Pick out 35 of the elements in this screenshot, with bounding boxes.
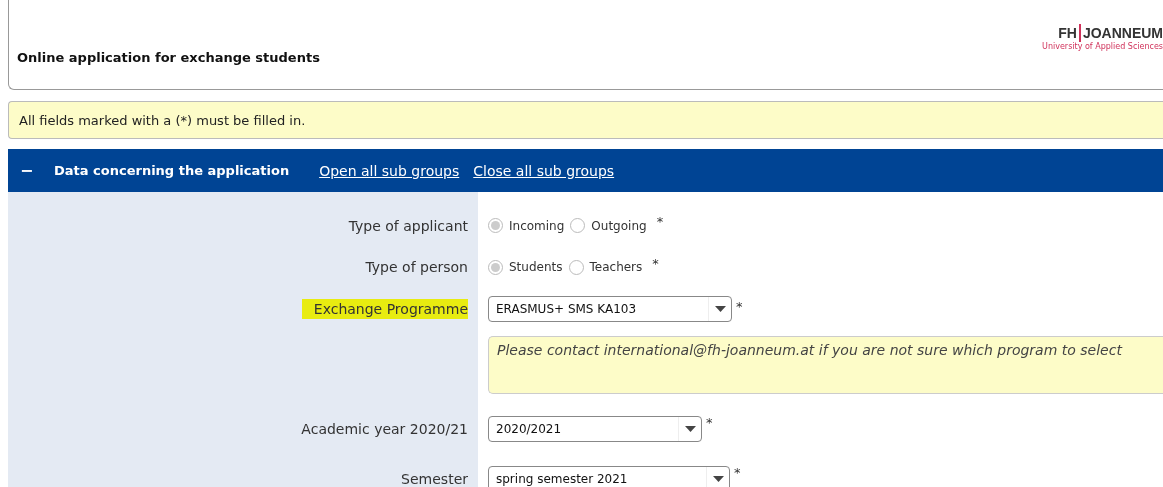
required-mark: *: [656, 214, 664, 229]
logo-text: JOANNEUM: [1082, 25, 1163, 41]
required-mark: *: [736, 299, 743, 315]
radio-button[interactable]: [568, 259, 584, 275]
page-title: Online application for exchange students: [17, 50, 320, 65]
required-notice: All fields marked with a (*) must be filled in.: [8, 101, 1163, 139]
caret-icon: [684, 425, 696, 432]
field-label: Type of person: [364, 258, 468, 278]
field-label: Type of applicant: [347, 216, 468, 236]
required-mark: *: [706, 414, 713, 430]
section-link[interactable]: Open all sub groups: [319, 162, 460, 179]
field-label: Academic year 2020/21: [300, 419, 468, 439]
radio-label: Outgoing: [591, 218, 647, 233]
caret-icon: [712, 476, 724, 483]
dropdown[interactable]: ERASMUS+ SMS KA103: [488, 296, 732, 323]
radio-label: Students: [509, 260, 563, 275]
dropdown[interactable]: spring semester 2021: [488, 466, 730, 487]
required-mark: *: [734, 465, 741, 481]
field-label: Semester: [400, 470, 468, 487]
logo-bar-icon: [1078, 24, 1081, 42]
caret-icon: [714, 306, 726, 313]
section-title: Data concerning the application: [54, 163, 290, 178]
collapse-toggle[interactable]: −: [20, 161, 32, 180]
logo-tagline: University of Applied Sciences: [1042, 42, 1163, 51]
hint-message: Please contact international@fh-joanneum.at if you are not sure which program to select: [488, 336, 1163, 394]
logo-text: FH: [1058, 25, 1077, 41]
required-mark: *: [652, 255, 659, 271]
dropdown[interactable]: 2020/2021: [488, 415, 702, 442]
section-link[interactable]: Close all sub groups: [473, 162, 615, 179]
radio-label: Incoming: [509, 218, 565, 233]
field-label: Exchange Programme: [301, 299, 468, 320]
radio-button[interactable]: [570, 218, 586, 233]
radio-label: Teachers: [589, 260, 643, 275]
radio-button[interactable]: [488, 259, 503, 275]
radio-button[interactable]: [488, 218, 503, 233]
